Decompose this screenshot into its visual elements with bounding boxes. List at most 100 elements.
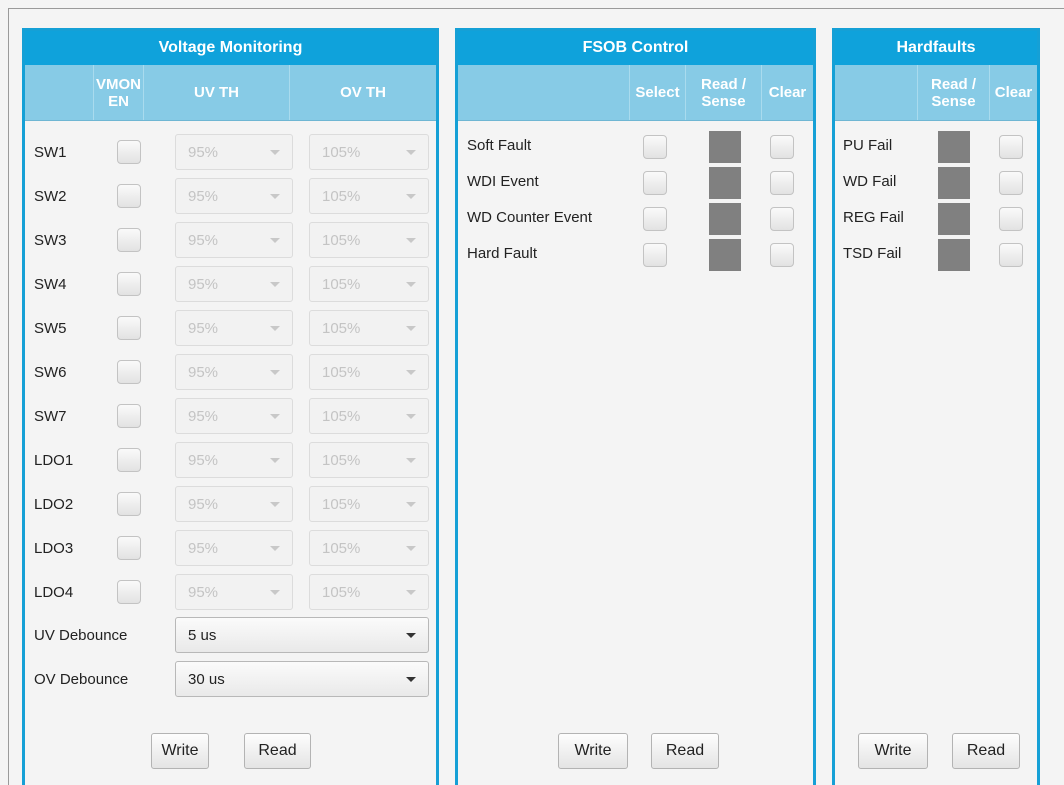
- ov-threshold-select[interactable]: 105%: [309, 266, 429, 302]
- blank-header: [835, 65, 917, 120]
- select-checkbox[interactable]: [643, 243, 667, 267]
- ov-threshold-select[interactable]: 105%: [309, 178, 429, 214]
- vmon-en-checkbox[interactable]: [117, 272, 141, 296]
- ov-threshold-select[interactable]: 105%: [309, 574, 429, 610]
- ov-threshold-select[interactable]: 105%: [309, 354, 429, 390]
- chevron-down-icon: [406, 238, 416, 243]
- ov-th-header: OV TH: [289, 65, 436, 120]
- clear-checkbox[interactable]: [770, 207, 794, 231]
- uv-threshold-select[interactable]: 95%: [175, 574, 293, 610]
- hardfaults-read-button[interactable]: Read: [952, 733, 1020, 769]
- clear-checkbox[interactable]: [770, 243, 794, 267]
- select-checkbox[interactable]: [643, 171, 667, 195]
- read-sense-indicator: [938, 167, 970, 199]
- row-label: SW7: [34, 408, 67, 425]
- ov-threshold-value: 105%: [322, 319, 361, 337]
- uv-debounce-label: UV Debounce: [34, 627, 128, 644]
- ov-threshold-value: 105%: [322, 187, 361, 205]
- uv-threshold-select[interactable]: 95%: [175, 178, 293, 214]
- uv-threshold-value: 95%: [188, 143, 219, 161]
- ov-threshold-select[interactable]: 105%: [309, 310, 429, 346]
- row-label: WD Fail: [843, 173, 897, 190]
- voltage-write-button[interactable]: Write: [151, 733, 209, 769]
- vmon-en-checkbox[interactable]: [117, 360, 141, 384]
- ov-threshold-select[interactable]: 105%: [309, 530, 429, 566]
- ov-debounce-select[interactable]: 30 us: [175, 661, 429, 697]
- chevron-down-icon: [270, 194, 280, 199]
- select-checkbox[interactable]: [643, 135, 667, 159]
- uv-threshold-select[interactable]: 95%: [175, 134, 293, 170]
- select-header: Select: [629, 65, 685, 120]
- vmon-en-checkbox[interactable]: [117, 184, 141, 208]
- read-sense-indicator: [938, 131, 970, 163]
- vmon-en-checkbox[interactable]: [117, 536, 141, 560]
- select-checkbox[interactable]: [643, 207, 667, 231]
- chevron-down-icon: [270, 238, 280, 243]
- row-label: WD Counter Event: [467, 209, 593, 226]
- uv-threshold-value: 95%: [188, 539, 219, 557]
- chevron-down-icon: [270, 150, 280, 155]
- clear-checkbox[interactable]: [999, 207, 1023, 231]
- row-label: SW4: [34, 276, 67, 293]
- vmon-en-checkbox[interactable]: [117, 580, 141, 604]
- ov-threshold-select[interactable]: 105%: [309, 486, 429, 522]
- row-label: SW2: [34, 188, 67, 205]
- ov-threshold-value: 105%: [322, 143, 361, 161]
- vmon-en-checkbox[interactable]: [117, 492, 141, 516]
- chevron-down-icon: [406, 150, 416, 155]
- uv-debounce-select[interactable]: 5 us: [175, 617, 429, 653]
- fsob-read-button[interactable]: Read: [651, 733, 719, 769]
- row-label: LDO2: [34, 496, 74, 513]
- ov-threshold-value: 105%: [322, 583, 361, 601]
- vmon-en-checkbox[interactable]: [117, 448, 141, 472]
- uv-threshold-select[interactable]: 95%: [175, 354, 293, 390]
- clear-checkbox[interactable]: [999, 243, 1023, 267]
- clear-checkbox[interactable]: [999, 135, 1023, 159]
- uv-threshold-select[interactable]: 95%: [175, 310, 293, 346]
- uv-threshold-select[interactable]: 95%: [175, 530, 293, 566]
- hardfaults-write-button[interactable]: Write: [858, 733, 928, 769]
- uv-threshold-select[interactable]: 95%: [175, 398, 293, 434]
- read-sense-indicator: [938, 239, 970, 271]
- chevron-down-icon: [270, 458, 280, 463]
- clear-checkbox[interactable]: [770, 135, 794, 159]
- blank-header: [25, 65, 93, 120]
- voltage-column-header: VMON EN UV TH OV TH: [25, 65, 436, 121]
- vmon-en-checkbox[interactable]: [117, 316, 141, 340]
- fsob-write-button[interactable]: Write: [558, 733, 628, 769]
- read-sense-indicator: [709, 131, 741, 163]
- row-label: TSD Fail: [843, 245, 902, 262]
- read-sense-header: Read / Sense: [685, 65, 761, 120]
- fsob-control-title: FSOB Control: [458, 31, 813, 65]
- row-label: LDO3: [34, 540, 74, 557]
- row-label: SW5: [34, 320, 67, 337]
- ov-threshold-select[interactable]: 105%: [309, 134, 429, 170]
- uv-threshold-select[interactable]: 95%: [175, 222, 293, 258]
- row-label: SW6: [34, 364, 67, 381]
- vmon-en-checkbox[interactable]: [117, 140, 141, 164]
- uv-threshold-value: 95%: [188, 187, 219, 205]
- uv-threshold-value: 95%: [188, 275, 219, 293]
- clear-checkbox[interactable]: [770, 171, 794, 195]
- chevron-down-icon: [406, 633, 416, 638]
- ov-threshold-select[interactable]: 105%: [309, 442, 429, 478]
- chevron-down-icon: [406, 370, 416, 375]
- uv-threshold-select[interactable]: 95%: [175, 486, 293, 522]
- ov-threshold-select[interactable]: 105%: [309, 398, 429, 434]
- voltage-read-button[interactable]: Read: [244, 733, 311, 769]
- hardfaults-column-header: Read / Sense Clear: [835, 65, 1037, 121]
- ov-threshold-select[interactable]: 105%: [309, 222, 429, 258]
- vmon-en-checkbox[interactable]: [117, 404, 141, 428]
- uv-threshold-value: 95%: [188, 583, 219, 601]
- uv-threshold-value: 95%: [188, 495, 219, 513]
- row-label: REG Fail: [843, 209, 904, 226]
- chevron-down-icon: [406, 414, 416, 419]
- read-sense-indicator: [938, 203, 970, 235]
- vmon-en-checkbox[interactable]: [117, 228, 141, 252]
- uv-threshold-select[interactable]: 95%: [175, 442, 293, 478]
- chevron-down-icon: [270, 282, 280, 287]
- clear-checkbox[interactable]: [999, 171, 1023, 195]
- voltage-monitoring-title: Voltage Monitoring: [25, 31, 436, 65]
- uv-threshold-select[interactable]: 95%: [175, 266, 293, 302]
- ov-threshold-value: 105%: [322, 539, 361, 557]
